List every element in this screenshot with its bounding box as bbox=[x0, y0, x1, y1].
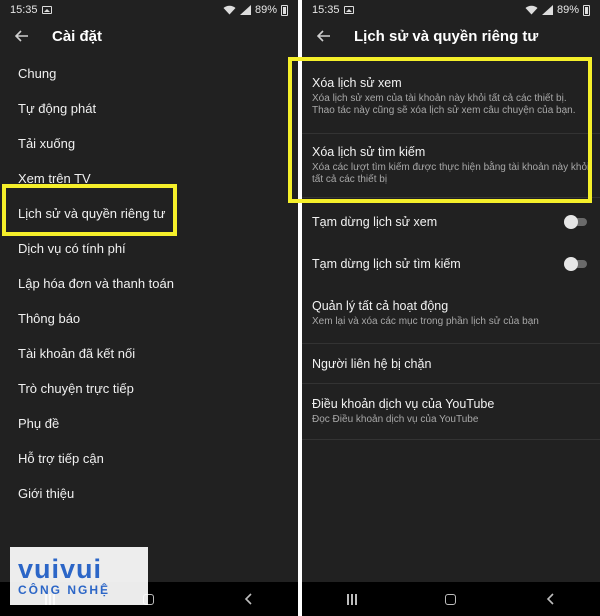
highlight-box bbox=[2, 184, 177, 236]
page-title: Lịch sử và quyền riêng tư bbox=[354, 27, 539, 45]
pause-watch-toggle[interactable] bbox=[564, 215, 588, 229]
setting-title: Tạm dừng lịch sử xem bbox=[312, 215, 438, 229]
setting-title: Tạm dừng lịch sử tìm kiếm bbox=[312, 257, 461, 271]
status-bar: 15:35 89% bbox=[0, 0, 298, 20]
menu-item-captions[interactable]: Phụ đề bbox=[0, 406, 298, 441]
menu-item-label: Phụ đề bbox=[18, 416, 60, 431]
home-button[interactable] bbox=[444, 593, 456, 605]
chevron-left-icon bbox=[546, 593, 554, 605]
pause-watch-history[interactable]: Tạm dừng lịch sử xem bbox=[302, 200, 600, 244]
menu-item-label: Tài khoản đã kết nối bbox=[18, 346, 136, 361]
setting-description: Xóa lịch sử xem của tài khoản này khỏi t… bbox=[312, 93, 576, 116]
setting-title: Điều khoản dịch vụ của YouTube bbox=[312, 397, 495, 411]
settings-screen: 15:35 89% Cài đặt Chung Tự động phát Tải… bbox=[0, 0, 298, 616]
signal-icon bbox=[239, 5, 251, 15]
history-privacy-screen: 15:35 89% Lịch sử và quyền riêng tư Xóa … bbox=[302, 0, 600, 616]
menu-item-label: Dịch vụ có tính phí bbox=[18, 241, 126, 256]
menu-item-autoplay[interactable]: Tự động phát bbox=[0, 91, 298, 126]
clear-watch-history[interactable]: Xóa lịch sử xem Xóa lịch sử xem của tài … bbox=[302, 58, 600, 134]
wifi-icon bbox=[525, 5, 538, 15]
menu-item-label: Thông báo bbox=[18, 311, 81, 326]
battery-icon bbox=[281, 4, 288, 16]
wifi-icon bbox=[223, 5, 236, 15]
menu-item-label: Chung bbox=[18, 66, 57, 81]
status-time: 15:35 bbox=[312, 4, 340, 16]
menu-item-general[interactable]: Chung bbox=[0, 56, 298, 91]
gallery-icon bbox=[343, 6, 354, 14]
chevron-left-icon bbox=[244, 593, 252, 605]
menu-item-downloads[interactable]: Tải xuống bbox=[0, 126, 298, 161]
app-bar: Cài đặt bbox=[0, 20, 298, 52]
nav-bar bbox=[302, 582, 600, 616]
setting-title: Người liên hệ bị chặn bbox=[312, 356, 432, 371]
privacy-settings-list: Xóa lịch sử xem Xóa lịch sử xem của tài … bbox=[302, 52, 600, 440]
arrow-left-icon bbox=[317, 30, 330, 42]
menu-item-label: Giới thiệu bbox=[18, 486, 75, 501]
page-title: Cài đặt bbox=[52, 27, 103, 45]
youtube-terms[interactable]: Điều khoản dịch vụ của YouTube Đọc Điều … bbox=[302, 384, 600, 440]
setting-description: Xem lại và xóa các mục trong phần lịch s… bbox=[312, 316, 539, 327]
manage-all-activity[interactable]: Quản lý tất cả hoạt động Xem lại và xóa … bbox=[302, 284, 600, 344]
arrow-left-icon bbox=[15, 30, 28, 42]
app-bar: Lịch sử và quyền riêng tư bbox=[302, 20, 600, 52]
battery-percent: 89% bbox=[254, 4, 277, 16]
watermark-text-top: vuivui bbox=[18, 554, 103, 584]
menu-item-label: Hỗ trợ tiếp cận bbox=[18, 451, 104, 466]
menu-item-connected-accounts[interactable]: Tài khoản đã kết nối bbox=[0, 336, 298, 371]
menu-item-label: Trò chuyện trực tiếp bbox=[18, 381, 134, 396]
menu-item-billing[interactable]: Lập hóa đơn và thanh toán bbox=[0, 266, 298, 301]
setting-title: Xóa lịch sử xem bbox=[312, 76, 402, 90]
back-button[interactable] bbox=[12, 26, 32, 46]
gallery-icon bbox=[41, 6, 52, 14]
setting-title: Quản lý tất cả hoạt động bbox=[312, 299, 449, 313]
menu-item-accessibility[interactable]: Hỗ trợ tiếp cận bbox=[0, 441, 298, 476]
pause-search-toggle[interactable] bbox=[564, 257, 588, 271]
setting-texts: Xóa lịch sử xem Xóa lịch sử xem của tài … bbox=[312, 76, 590, 117]
recent-apps-button[interactable] bbox=[346, 593, 358, 605]
nav-back-button[interactable] bbox=[241, 592, 255, 606]
setting-title: Xóa lịch sử tìm kiếm bbox=[312, 145, 426, 159]
battery-icon bbox=[583, 4, 590, 16]
blocked-contacts[interactable]: Người liên hệ bị chặn bbox=[302, 344, 600, 384]
setting-description: Xóa các lượt tìm kiếm được thực hiện bằn… bbox=[312, 162, 590, 185]
signal-icon bbox=[541, 5, 553, 15]
menu-item-live-chat[interactable]: Trò chuyện trực tiếp bbox=[0, 371, 298, 406]
back-button[interactable] bbox=[314, 26, 334, 46]
settings-menu: Chung Tự động phát Tải xuống Xem trên TV… bbox=[0, 52, 298, 511]
status-time: 15:35 bbox=[10, 4, 38, 16]
watermark-logo: vuivui CÔNG NGHỆ bbox=[10, 547, 148, 605]
nav-back-button[interactable] bbox=[543, 592, 557, 606]
setting-description: Đọc Điều khoản dịch vụ của YouTube bbox=[312, 414, 479, 425]
watermark-text-bottom: CÔNG NGHỆ bbox=[18, 583, 111, 597]
menu-item-label: Tự động phát bbox=[18, 101, 97, 116]
menu-item-notifications[interactable]: Thông báo bbox=[0, 301, 298, 336]
menu-item-label: Lập hóa đơn và thanh toán bbox=[18, 276, 174, 291]
status-bar: 15:35 89% bbox=[302, 0, 600, 20]
setting-texts: Điều khoản dịch vụ của YouTube Đọc Điều … bbox=[312, 397, 494, 426]
setting-texts: Quản lý tất cả hoạt động Xem lại và xóa … bbox=[312, 299, 539, 328]
setting-texts: Xóa lịch sử tìm kiếm Xóa các lượt tìm ki… bbox=[312, 145, 590, 186]
pause-search-history[interactable]: Tạm dừng lịch sử tìm kiếm bbox=[302, 244, 600, 284]
clear-search-history[interactable]: Xóa lịch sử tìm kiếm Xóa các lượt tìm ki… bbox=[302, 134, 600, 198]
menu-item-paid-services[interactable]: Dịch vụ có tính phí bbox=[0, 231, 298, 266]
menu-item-about[interactable]: Giới thiệu bbox=[0, 476, 298, 511]
menu-item-label: Tải xuống bbox=[18, 136, 76, 151]
battery-percent: 89% bbox=[556, 4, 579, 16]
